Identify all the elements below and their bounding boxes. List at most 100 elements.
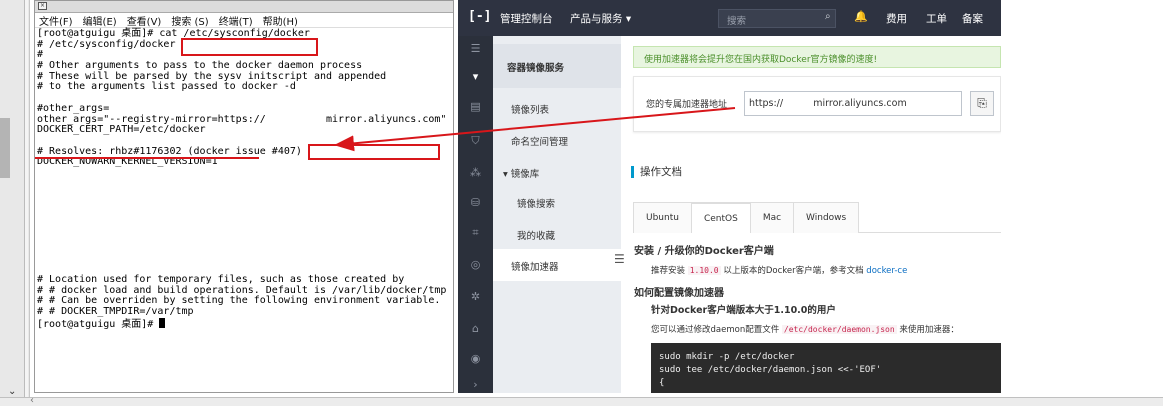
sidebar-item-namespaces[interactable]: 命名空间管理 — [511, 134, 568, 148]
terminal-prompt-line: [root@atguigu 桌面]# — [37, 317, 453, 330]
docker-ce-link[interactable]: docker-ce — [866, 266, 907, 276]
annotation-box-cat-command — [181, 38, 318, 56]
terminal-line: # # DOCKER_TMPDIR=/var/tmp — [37, 305, 194, 317]
chip-icon[interactable]: ⌗ — [458, 226, 493, 240]
console-topbar: [-] 管理控制台 产品与服务 ▾ 搜索 ⌕ 🔔 费用 工单 备案 — [458, 0, 1001, 36]
aliyun-logo-icon[interactable]: [-] — [468, 9, 491, 24]
code-line: sudo tee /etc/docker/daemon.json <<-'EOF… — [659, 365, 882, 375]
config-code-block[interactable]: sudo mkdir -p /etc/docker sudo tee /etc/d… — [651, 343, 1001, 393]
copy-button[interactable]: ⎘ — [970, 91, 994, 116]
terminal-window: × 文件(F) 编辑(E) 查看(V) 搜索 (S) 终端(T) 帮助(H) [… — [34, 0, 454, 393]
tickets-link[interactable]: 工单 — [926, 11, 947, 26]
main-content: 使用加速器将会提升您在国内获取Docker官方镜像的速度! 您的专属加速器地址 … — [621, 36, 1001, 393]
filing-link[interactable]: 备案 — [962, 11, 983, 26]
code-line: sudo mkdir -p /etc/docker — [659, 352, 795, 362]
nodes-icon[interactable]: ⁂ — [458, 166, 493, 179]
menu-search[interactable]: 搜索 (S) — [171, 13, 208, 28]
config-text-post: 来使用加速器： — [899, 325, 959, 335]
chevron-down-icon[interactable]: ▾ — [458, 70, 493, 83]
menu-edit[interactable]: 编辑(E) — [83, 13, 117, 28]
target-icon[interactable]: ◎ — [458, 258, 493, 271]
tab-mac[interactable]: Mac — [749, 202, 795, 233]
install-text: 推荐安装 — [651, 266, 686, 276]
tab-centos[interactable]: CentOS — [690, 202, 751, 233]
sidebar-item-image-search[interactable]: 镜像搜索 — [517, 196, 555, 210]
menu-icon[interactable]: ☰ — [458, 42, 493, 55]
caret-down-icon: ▾ — [503, 169, 511, 180]
service-sidebar: 容器镜像服务 镜像列表 命名空间管理 ▾ 镜像库 镜像搜索 我的收藏 镜像加速器 — [493, 36, 621, 393]
sidebar-item-accelerator[interactable]: 镜像加速器 — [511, 259, 559, 273]
install-recommendation: 推荐安装 1.10.0 以上版本的Docker客户端，参考文档 docker-c… — [651, 264, 907, 276]
console-home-link[interactable]: 管理控制台 — [500, 11, 553, 26]
terminal-icon: × — [38, 2, 47, 10]
terminal-line: # Location used for temporary files, suc… — [37, 273, 405, 285]
sidebar-item-image-list[interactable]: 镜像列表 — [511, 102, 549, 116]
sidebar-item-label: 镜像库 — [510, 169, 540, 180]
shield-icon[interactable]: ⛉ — [458, 134, 493, 148]
config-heading: 如何配置镜像加速器 — [634, 288, 724, 299]
code-line: { — [659, 378, 665, 388]
version-code: 1.10.0 — [687, 266, 721, 275]
bottom-scrollbar[interactable]: ‹ — [0, 395, 1163, 406]
terminal-output[interactable]: [root@atguigu 桌面]# cat /etc/sysconfig/do… — [35, 28, 453, 330]
annotation-box-mirror-url — [308, 144, 440, 160]
annotation-box-other-args — [35, 143, 259, 159]
config-subheading: 针对Docker客户端版本大于1.10.0的用户 — [651, 305, 836, 316]
radar-icon[interactable]: ◉ — [458, 352, 493, 365]
install-text-mid: 以上版本的Docker客户端，参考文档 — [723, 266, 864, 276]
search-icon[interactable]: ⌕ — [825, 11, 831, 22]
terminal-menubar: 文件(F) 编辑(E) 查看(V) 搜索 (S) 终端(T) 帮助(H) — [35, 13, 453, 28]
scroll-left-icon[interactable]: ‹ — [30, 395, 34, 406]
fees-link[interactable]: 费用 — [886, 11, 907, 26]
menu-view[interactable]: 查看(V) — [127, 13, 162, 28]
install-heading: 安装 / 升级你的Docker客户端 — [634, 246, 774, 257]
menu-file[interactable]: 文件(F) — [39, 13, 73, 28]
terminal-titlebar: × — [35, 1, 453, 13]
expand-icon[interactable]: › — [458, 378, 493, 391]
blank-area — [1001, 0, 1163, 397]
info-notice: 使用加速器将会提升您在国内获取Docker官方镜像的速度! — [633, 46, 1001, 68]
sidebar-item-favorites[interactable]: 我的收藏 — [517, 228, 555, 242]
products-menu[interactable]: 产品与服务 ▾ — [570, 11, 631, 26]
terminal-line: # to the arguments list passed to docker… — [37, 81, 296, 93]
bell-icon[interactable]: 🔔 — [854, 10, 868, 23]
terminal-cursor — [159, 317, 166, 328]
sidebar-item-repository[interactable]: ▾ 镜像库 — [503, 166, 539, 180]
pane-separator[interactable] — [24, 0, 28, 397]
copy-icon: ⎘ — [977, 96, 987, 110]
menu-terminal[interactable]: 终端(T) — [219, 13, 253, 28]
accelerator-label: 您的专属加速器地址 — [646, 100, 728, 110]
menu-help[interactable]: 帮助(H) — [263, 13, 298, 28]
left-scrollbar-thumb[interactable] — [0, 118, 10, 178]
product-icon-rail: ☰ ▾ ▤ ⛉ ⁂ ⛁ ⌗ ◎ ✲ ⌂ ◉ › — [458, 36, 493, 393]
tab-windows[interactable]: Windows — [793, 202, 860, 233]
terminal-prompt: [root@atguigu 桌面]# — [37, 318, 160, 330]
aliyun-console: [-] 管理控制台 产品与服务 ▾ 搜索 ⌕ 🔔 费用 工单 备案 ☰ ▾ ▤ … — [458, 0, 1001, 393]
chevron-down-icon[interactable]: ⌄ — [8, 386, 16, 397]
daemon-json-path: /etc/docker/daemon.json — [781, 325, 897, 334]
doc-section-title: 操作文档 — [631, 166, 682, 178]
search-input[interactable]: 搜索 — [718, 9, 836, 28]
tab-ubuntu[interactable]: Ubuntu — [633, 202, 692, 233]
config-instructions: 您可以通过修改daemon配置文件 /etc/docker/daemon.jso… — [651, 323, 959, 335]
accelerator-address-field[interactable]: https:// mirror.aliyuncs.com — [744, 91, 962, 116]
config-text: 您可以通过修改daemon配置文件 — [651, 325, 780, 335]
list-icon[interactable]: ▤ — [458, 100, 493, 113]
terminal-line: #other_args= — [37, 102, 110, 114]
network-icon[interactable]: ✲ — [458, 290, 493, 303]
terminal-line: DOCKER_CERT_PATH=/etc/docker — [37, 124, 206, 136]
service-title: 容器镜像服务 — [507, 63, 565, 74]
building-icon[interactable]: ⌂ — [458, 322, 493, 335]
database-icon[interactable]: ⛁ — [458, 196, 493, 209]
os-tabs: Ubuntu CentOS Mac Windows — [633, 202, 1001, 233]
accelerator-panel: 您的专属加速器地址 https:// mirror.aliyuncs.com ⎘ — [633, 76, 1001, 132]
